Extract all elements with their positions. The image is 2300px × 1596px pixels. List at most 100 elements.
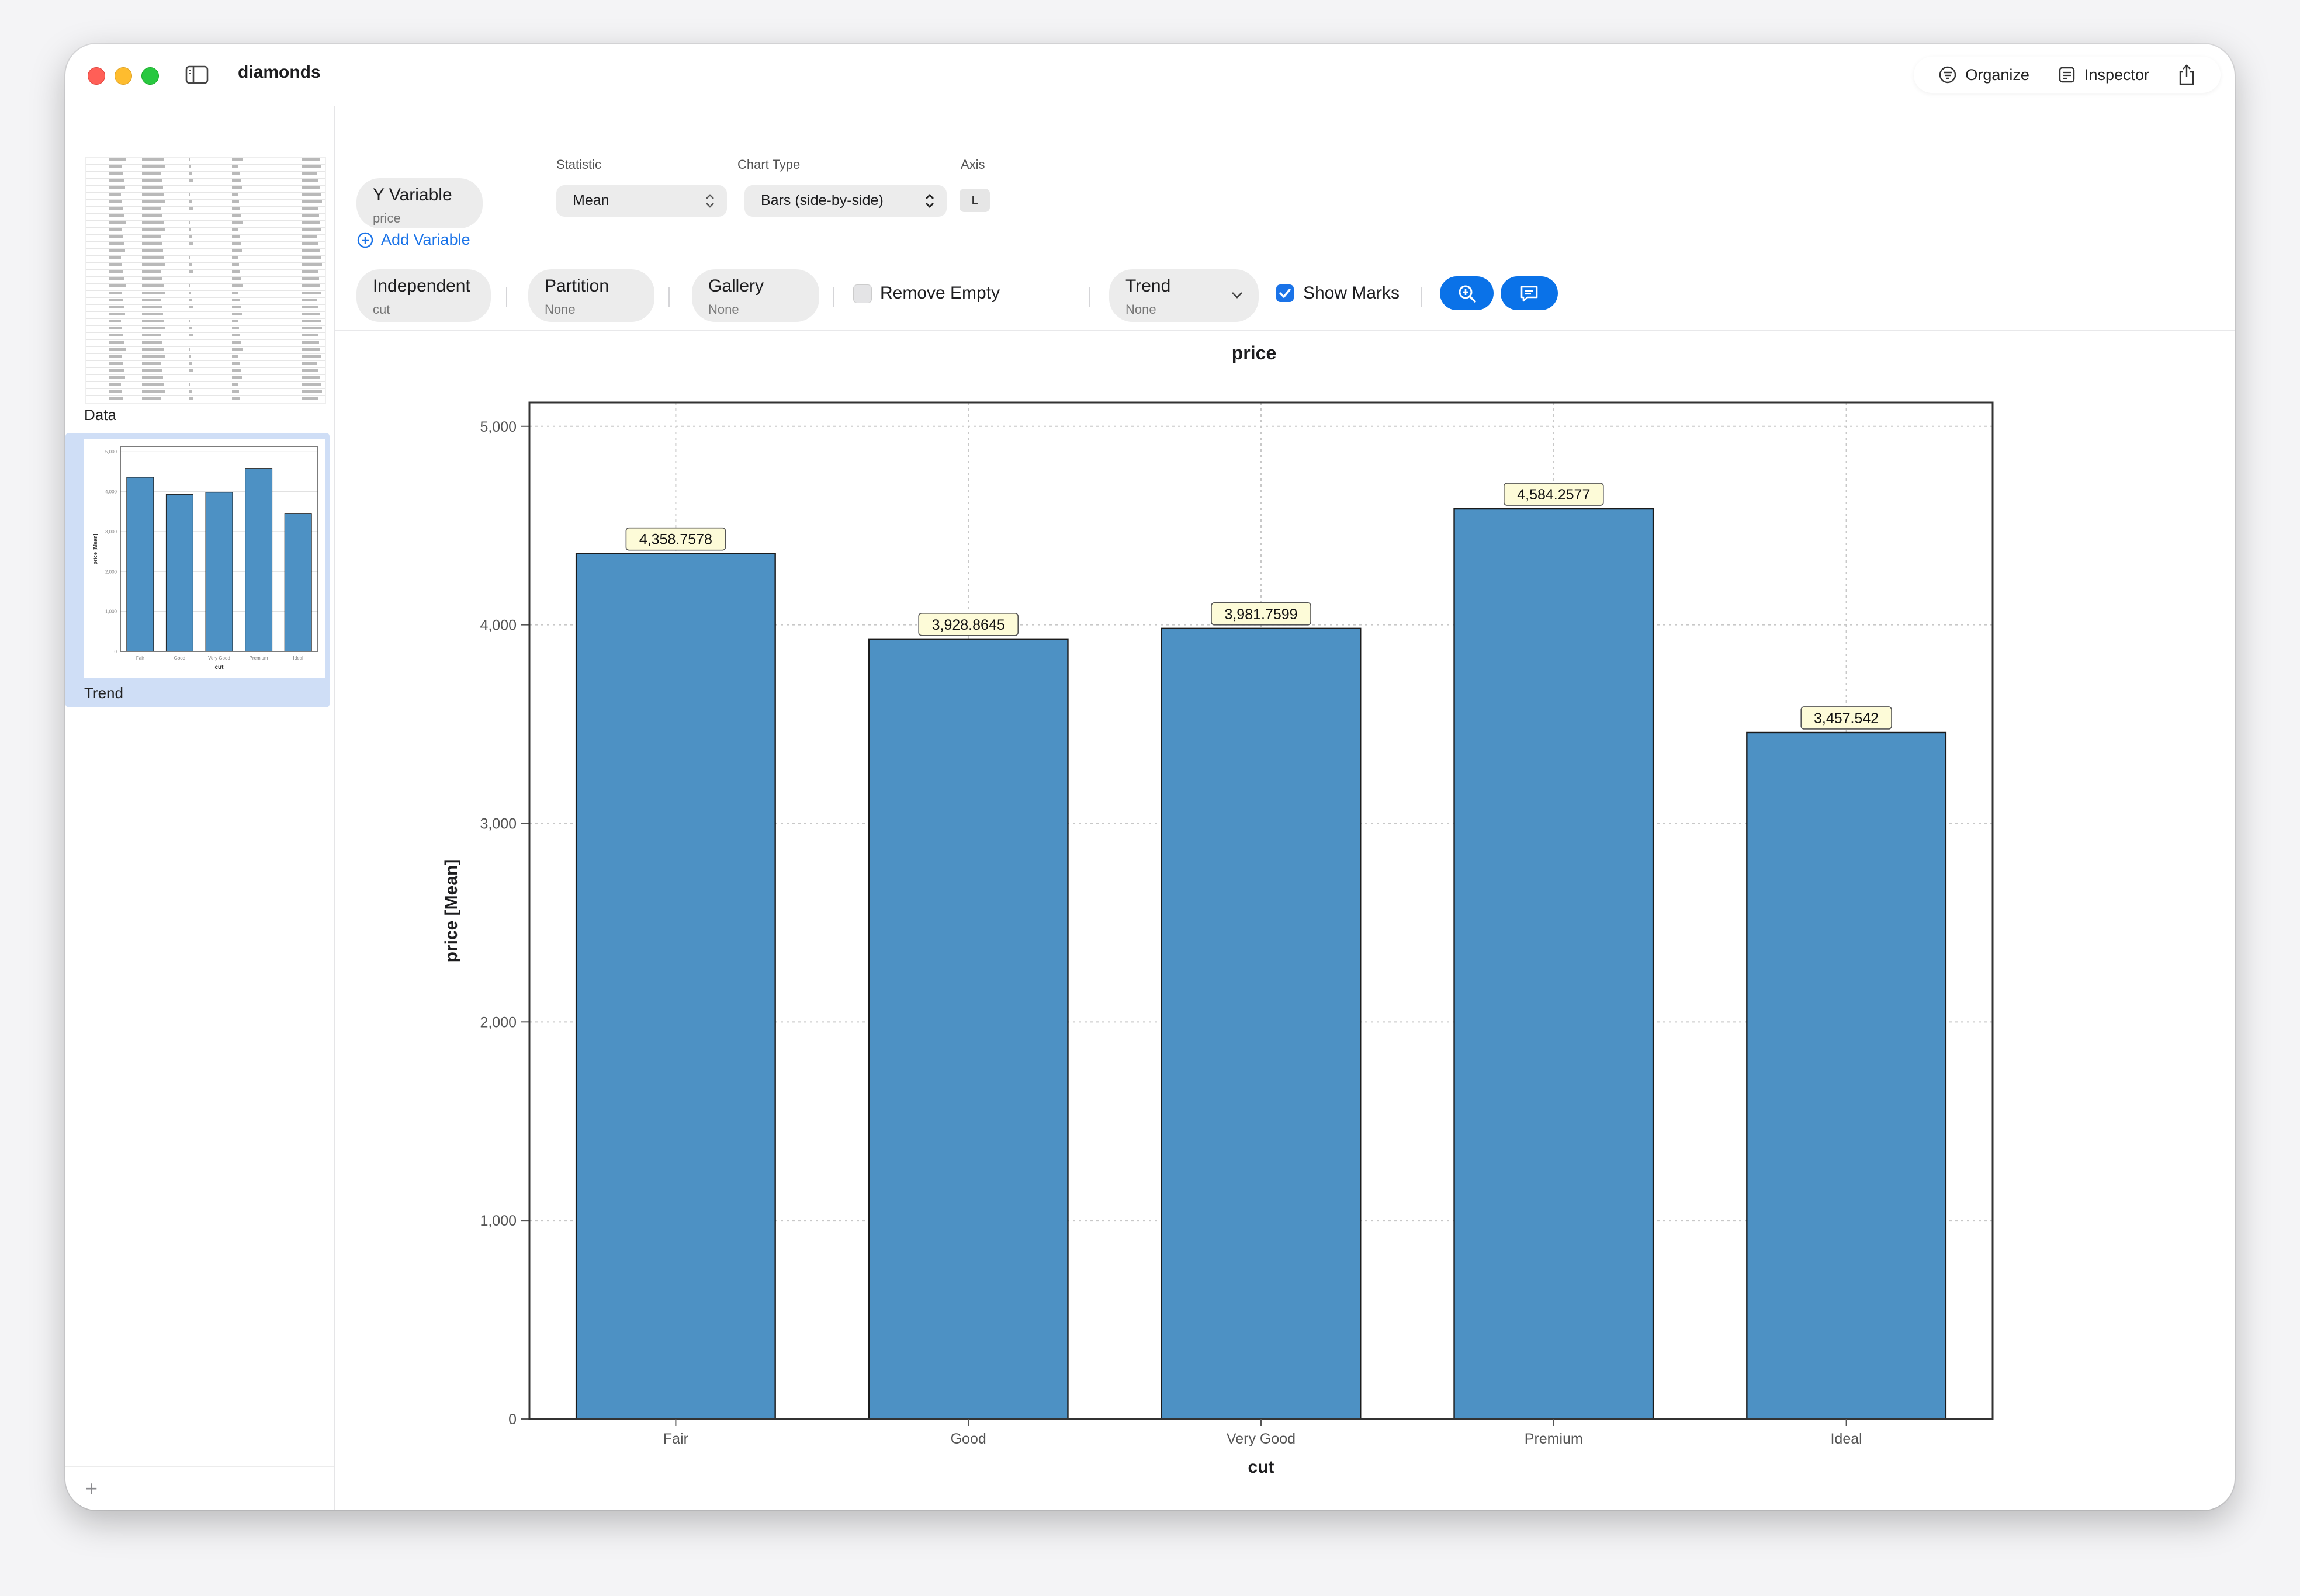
thumb-data-cell <box>232 228 238 231</box>
thumb-data-cell <box>232 383 238 386</box>
thumb-y-tick-label: 1,000 <box>105 609 117 615</box>
remove-empty-label: Remove Empty <box>880 283 1000 303</box>
main-panel: Statistic Chart Type Axis Y Variable pri… <box>335 106 2235 1510</box>
thumb-bar <box>245 468 273 652</box>
y-variable-pill[interactable]: Y Variable price <box>356 178 483 228</box>
sidebar-item-trend[interactable]: 0 1,000 2,000 3,000 4,000 5,000 Fair Good Very G… <box>65 433 330 707</box>
share-button[interactable] <box>2163 64 2210 86</box>
thumb-data-row <box>86 319 325 326</box>
thumb-data-cell <box>232 313 242 315</box>
thumb-data-cell <box>232 165 238 168</box>
thumb-data-cell <box>142 165 165 168</box>
close-window-button[interactable] <box>88 67 105 85</box>
gallery-pill[interactable]: Gallery None <box>692 269 819 322</box>
add-sheet-button[interactable]: + <box>85 1476 98 1501</box>
thumb-data-row <box>86 298 325 305</box>
remove-empty-checkbox[interactable] <box>853 284 872 303</box>
y-tick-label: 0 <box>508 1411 517 1428</box>
inspector-icon <box>2059 67 2075 83</box>
chart-type-select[interactable]: Bars (side-by-side) <box>744 185 947 217</box>
separator <box>833 287 834 307</box>
value-label: 3,457.542 <box>1814 710 1879 727</box>
zoom-button[interactable] <box>1440 276 1494 310</box>
add-variable-button[interactable]: Add Variable <box>356 231 470 249</box>
thumb-data-cell <box>232 249 242 252</box>
thumb-data-row <box>86 389 325 396</box>
thumb-data-cell <box>302 383 321 386</box>
thumb-data-cell <box>109 235 123 238</box>
thumb-data-cell <box>302 362 317 365</box>
thumb-x-tick-label: Ideal <box>293 655 304 661</box>
bar <box>1746 731 1947 1420</box>
thumb-data-cell <box>232 277 241 280</box>
thumb-data-cell <box>232 242 241 245</box>
trend-select[interactable]: Trend None <box>1109 269 1259 322</box>
separator <box>506 287 507 307</box>
thumb-data-cell <box>302 277 319 280</box>
thumb-data-cell <box>109 376 125 379</box>
sidebar-item-data[interactable]: Data <box>84 406 116 424</box>
checkmark-icon <box>1279 289 1291 298</box>
thumb-data-cell <box>302 214 319 217</box>
thumb-data-cell <box>232 186 242 189</box>
y-tick-label: 3,000 <box>480 816 517 832</box>
thumb-data-cell <box>142 249 163 252</box>
add-variable-label: Add Variable <box>381 231 470 248</box>
thumb-data-cell <box>109 172 123 175</box>
thumb-data-cell <box>109 158 126 161</box>
thumb-data-cell <box>232 200 239 203</box>
thumb-data-row <box>86 200 325 207</box>
thumb-data-cell <box>232 299 240 301</box>
thumb-data-cell <box>232 292 238 294</box>
data-thumbnail[interactable] <box>85 157 326 404</box>
thumb-data-cell <box>189 200 192 203</box>
app-window: diamonds Organize Inspector Data 0 1,000 2… <box>65 44 2235 1510</box>
thumb-y-tick-label: 3,000 <box>105 529 117 535</box>
thumb-bar <box>205 492 233 652</box>
thumb-data-cell <box>232 341 241 344</box>
x-tick-label: Premium <box>1525 1431 1583 1447</box>
thumb-data-cell <box>142 355 165 358</box>
thumb-data-cell <box>302 306 318 308</box>
independent-pill[interactable]: Independent cut <box>356 269 491 322</box>
zoom-window-button[interactable] <box>141 67 159 85</box>
thumb-data-row <box>86 214 325 221</box>
partition-pill[interactable]: Partition None <box>528 269 654 322</box>
thumb-data-cell <box>189 369 193 372</box>
magnifier-zoom-icon <box>1459 285 1476 303</box>
minimize-window-button[interactable] <box>115 67 132 85</box>
thumb-data-cell <box>142 200 165 203</box>
thumb-data-cell <box>232 284 243 287</box>
up-down-chevron-icon <box>706 194 714 208</box>
sidebar-footer <box>65 1466 334 1467</box>
thumb-data-cell <box>142 242 162 245</box>
thumb-data-cell <box>302 292 321 294</box>
thumb-data-cell <box>302 327 322 329</box>
separator <box>668 287 670 307</box>
organize-label: Organize <box>1965 65 2029 84</box>
statistic-label: Statistic <box>556 157 602 172</box>
thumb-data-cell <box>302 242 318 245</box>
thumb-data-cell <box>302 186 320 189</box>
up-down-chevron-icon <box>926 194 934 208</box>
thumb-data-row <box>86 249 325 256</box>
show-marks-checkbox[interactable] <box>1276 284 1294 302</box>
show-marks-label: Show Marks <box>1303 283 1400 303</box>
thumb-data-cell <box>302 341 319 344</box>
thumb-data-row <box>86 284 325 291</box>
thumb-bar <box>126 477 154 652</box>
y-variable-title: Y Variable <box>373 185 452 204</box>
thumb-data-cell <box>142 235 161 238</box>
sidebar-toggle-icon[interactable] <box>185 65 209 86</box>
thumb-data-cell <box>142 228 165 231</box>
statistic-select[interactable]: Mean <box>556 185 727 217</box>
inspector-button[interactable]: Inspector <box>2043 65 2163 84</box>
organize-button[interactable]: Organize <box>1924 65 2043 84</box>
thumb-data-cell <box>189 172 192 175</box>
thumb-data-cell <box>142 179 162 182</box>
thumb-data-cell <box>109 200 122 203</box>
axis-toggle-button[interactable]: L <box>960 189 990 212</box>
thumb-data-cell <box>142 369 162 372</box>
annotation-button[interactable] <box>1501 276 1558 310</box>
thumb-data-cell <box>142 390 165 393</box>
